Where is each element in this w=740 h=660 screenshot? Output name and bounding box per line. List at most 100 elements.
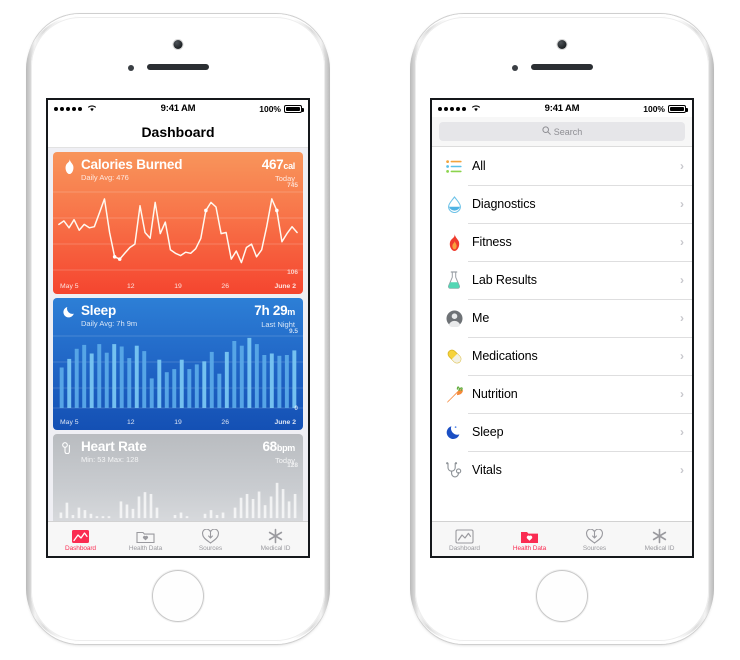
nav-title-dashboard: Dashboard xyxy=(48,117,308,148)
x-tick: June 2 xyxy=(274,282,297,290)
chevron-right-icon: › xyxy=(680,387,684,401)
dashboard-card-list[interactable]: Calories Burned Daily Avg: 476 467cal To… xyxy=(48,148,308,521)
home-button[interactable] xyxy=(536,570,588,622)
card-unit: bpm xyxy=(276,443,295,453)
screen-dashboard: 9:41 AM 100% Dashboard Calories Burned D… xyxy=(46,98,310,558)
tab-label: Sources xyxy=(198,544,223,552)
list-item-fitness[interactable]: Fitness › xyxy=(432,223,692,261)
card-value-block: 7h 29m Last Night xyxy=(254,304,295,330)
list-item-diagnostics[interactable]: Diagnostics › xyxy=(432,185,692,223)
flask-icon xyxy=(442,271,466,289)
card-subtitle: Daily Avg: 7h 9m xyxy=(81,319,138,328)
tab-sources[interactable]: Sources xyxy=(562,522,627,556)
medical-id-icon xyxy=(267,527,284,544)
x-tick: 12 xyxy=(127,282,135,290)
status-time-left: 9:41 AM xyxy=(160,103,196,114)
list-item-label: Diagnostics xyxy=(472,197,536,211)
card-title: Calories Burned xyxy=(81,157,183,172)
tab-label: Sources xyxy=(582,544,607,552)
health-data-icon xyxy=(520,527,539,544)
tab-sources[interactable]: Sources xyxy=(178,522,243,556)
chart-ymax-label: 745 xyxy=(287,182,298,189)
battery-icon xyxy=(668,104,688,113)
x-tick: 12 xyxy=(127,418,135,426)
home-button[interactable] xyxy=(152,570,204,622)
dashboard-icon xyxy=(455,527,474,544)
carrot-icon xyxy=(442,385,466,403)
tab-label: Dashboard xyxy=(65,544,96,552)
card-calories-burned[interactable]: Calories Burned Daily Avg: 476 467cal To… xyxy=(53,152,303,294)
card-header: Sleep Daily Avg: 7h 9m 7h 29m Last Night xyxy=(53,298,303,330)
tab-bar-left[interactable]: Dashboard Health Data Sources Medical ID xyxy=(48,521,308,556)
tab-bar-right[interactable]: Dashboard Health Data Sources Medical ID xyxy=(432,521,692,556)
tab-health-data[interactable]: Health Data xyxy=(497,522,562,556)
front-camera-icon xyxy=(557,40,567,49)
screen-health-data: 9:41 AM 100% Search All › Diagnostics › … xyxy=(430,98,694,558)
droplet-icon xyxy=(442,195,466,213)
tab-medical-id[interactable]: Medical ID xyxy=(627,522,692,556)
tab-dashboard[interactable]: Dashboard xyxy=(48,522,113,556)
card-title: Heart Rate xyxy=(81,439,147,454)
list-item-all[interactable]: All › xyxy=(432,147,692,185)
list-item-label: Vitals xyxy=(472,463,502,477)
heart-rate-icon xyxy=(61,441,77,454)
chevron-right-icon: › xyxy=(680,463,684,477)
flame-icon xyxy=(442,233,466,251)
chart-x-axis: May 5 12 19 26 June 2 xyxy=(53,280,303,292)
search-icon xyxy=(542,126,551,137)
card-title-block: Sleep Daily Avg: 7h 9m xyxy=(81,304,254,329)
list-item-label: Me xyxy=(472,311,490,325)
tab-dashboard[interactable]: Dashboard xyxy=(432,522,497,556)
list-item-lab-results[interactable]: Lab Results › xyxy=(432,261,692,299)
chevron-right-icon: › xyxy=(680,197,684,211)
card-heart-rate[interactable]: Heart Rate Min: 53 Max: 128 68bpm Today xyxy=(53,434,303,521)
screenshot-stage: 9:41 AM 100% Dashboard Calories Burned D… xyxy=(0,0,740,660)
health-categories-list[interactable]: All › Diagnostics › Fitness › Lab Result… xyxy=(432,147,692,521)
chart-x-axis: May 5 12 19 26 June 2 xyxy=(53,416,303,428)
flame-icon xyxy=(61,159,77,174)
earpiece-speaker-icon xyxy=(531,64,593,70)
list-item-me[interactable]: Me › xyxy=(432,299,692,337)
list-item-label: Fitness xyxy=(472,235,512,249)
list-item-nutrition[interactable]: Nutrition › xyxy=(432,375,692,413)
moon-icon xyxy=(442,424,466,440)
chart-ymax-label: 9.5 xyxy=(288,328,298,335)
list-item-vitals[interactable]: Vitals › xyxy=(432,451,692,489)
card-unit: cal xyxy=(283,161,295,171)
card-title-block: Calories Burned Daily Avg: 476 xyxy=(81,158,262,183)
list-item-label: Nutrition xyxy=(472,387,518,401)
x-tick: 19 xyxy=(174,282,182,290)
chart-ymin-label: 0 xyxy=(294,405,298,412)
stethoscope-icon xyxy=(442,462,466,478)
card-header: Heart Rate Min: 53 Max: 128 68bpm Today xyxy=(53,434,303,466)
search-input[interactable]: Search xyxy=(439,122,685,141)
status-bar-right: 9:41 AM 100% xyxy=(432,100,692,117)
tab-label: Medical ID xyxy=(644,544,675,552)
earpiece-speaker-icon xyxy=(147,64,209,70)
list-item-sleep[interactable]: Sleep › xyxy=(432,413,692,451)
moon-icon xyxy=(61,305,77,318)
list-item-medications[interactable]: Medications › xyxy=(432,337,692,375)
list-item-label: Medications xyxy=(472,349,538,363)
search-bar-container[interactable]: Search xyxy=(432,117,692,147)
card-sleep[interactable]: Sleep Daily Avg: 7h 9m 7h 29m Last Night xyxy=(53,298,303,430)
iphone-device-right: 9:41 AM 100% Search All › Diagnostics › … xyxy=(410,14,714,644)
x-tick: 26 xyxy=(221,282,229,290)
list-item-label: All xyxy=(472,159,486,173)
status-time-right: 9:41 AM xyxy=(544,103,580,114)
card-header: Calories Burned Daily Avg: 476 467cal To… xyxy=(53,152,303,184)
tab-label: Medical ID xyxy=(260,544,291,552)
tab-health-data[interactable]: Health Data xyxy=(113,522,178,556)
list-item-label: Lab Results xyxy=(472,273,537,287)
medical-id-icon xyxy=(651,527,668,544)
status-bar-left: 9:41 AM 100% xyxy=(48,100,308,117)
x-tick: 26 xyxy=(221,418,229,426)
tab-medical-id[interactable]: Medical ID xyxy=(243,522,308,556)
card-value: 68 xyxy=(262,439,277,454)
chart-heart-rate xyxy=(53,464,303,521)
front-camera-icon xyxy=(173,40,183,49)
sources-icon xyxy=(201,527,220,544)
card-unit: m xyxy=(287,307,295,317)
chart-ymin-label: 106 xyxy=(287,269,298,276)
card-title: Sleep xyxy=(81,303,117,318)
